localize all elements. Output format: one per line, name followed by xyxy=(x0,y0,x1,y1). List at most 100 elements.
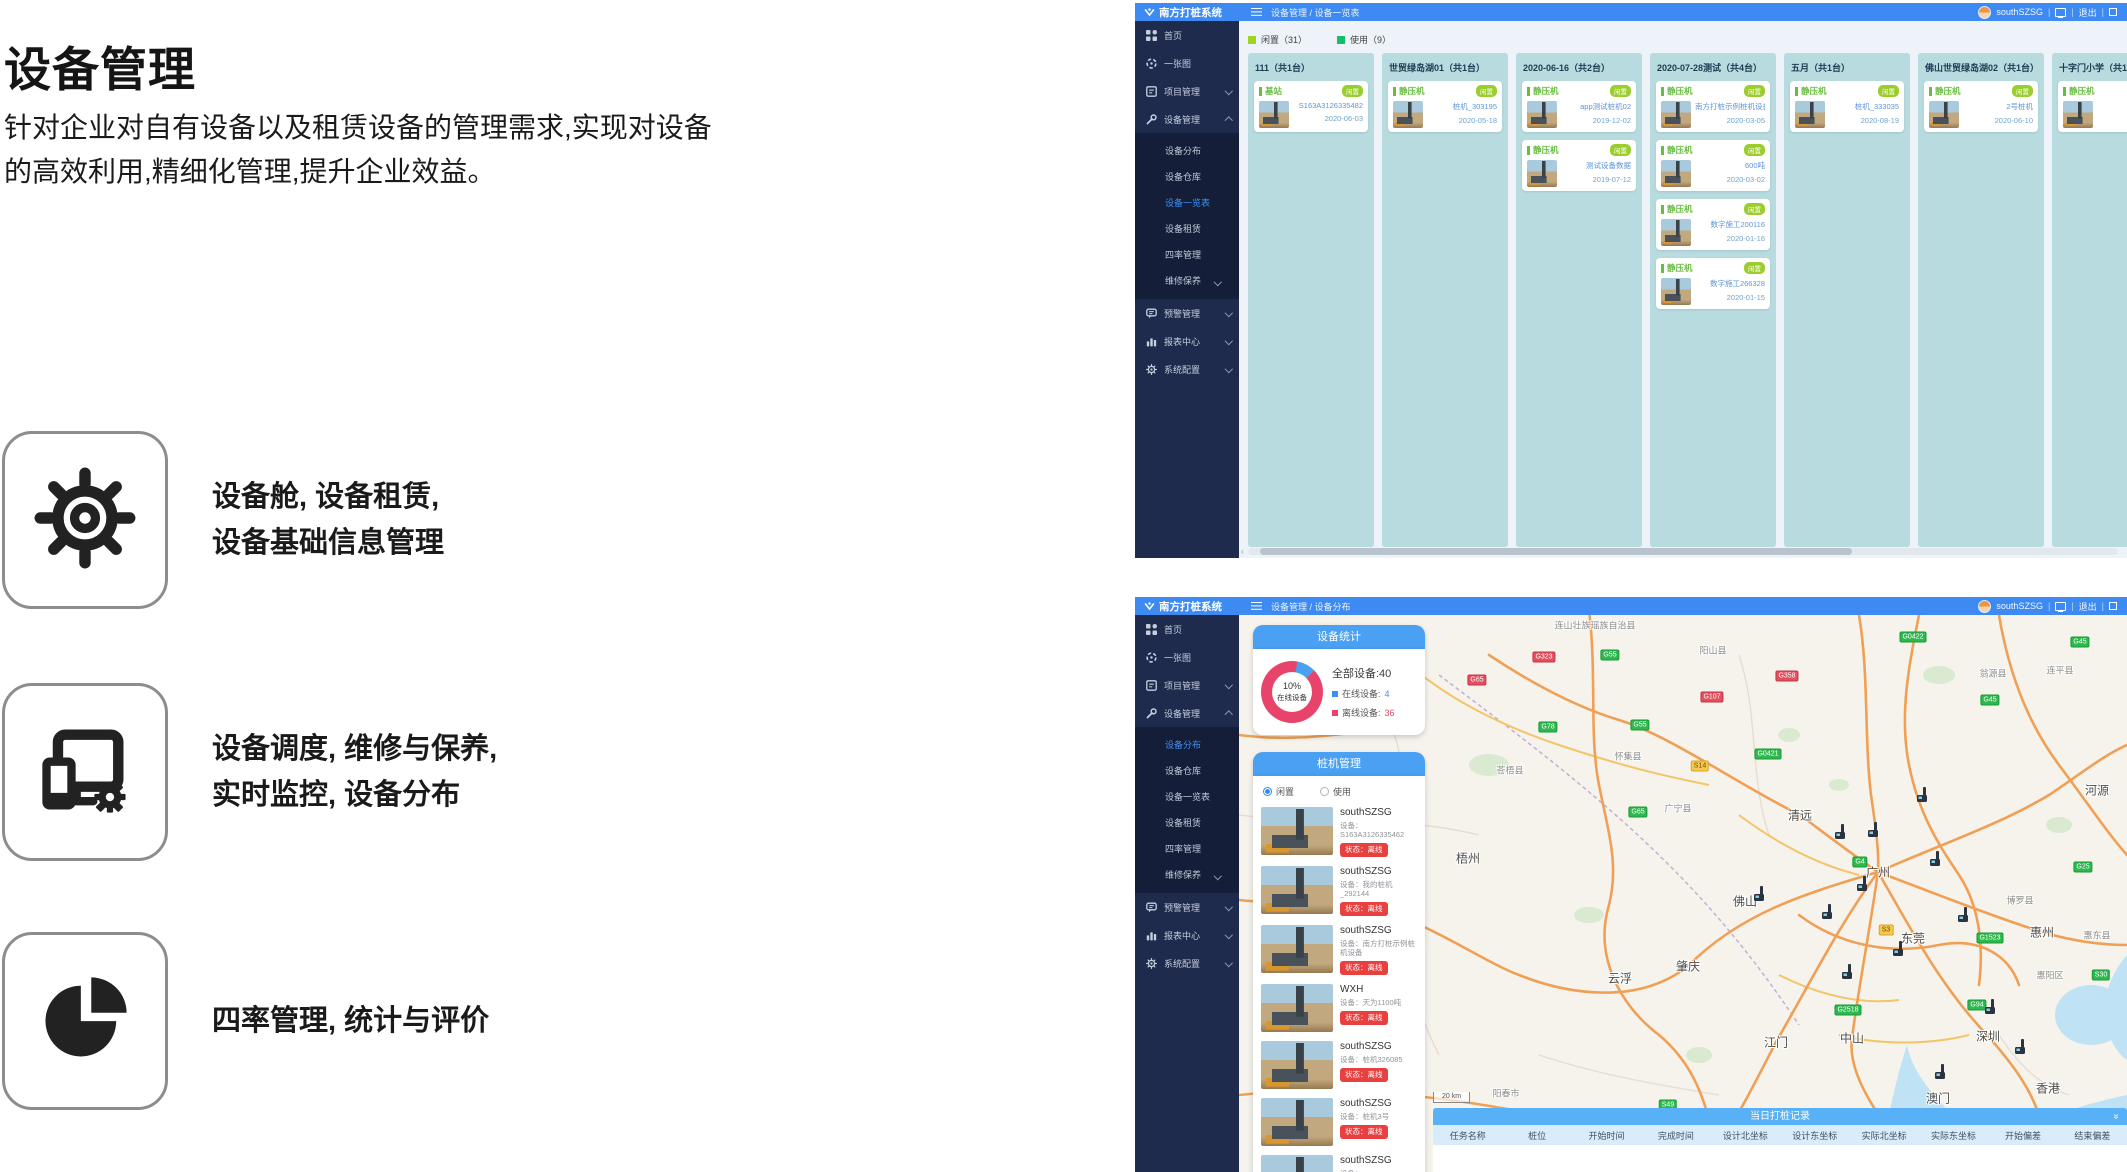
equipment-date: 2019-07-12 xyxy=(1561,175,1631,184)
feature-row: 设备舱, 设备租赁,设备基础信息管理 xyxy=(2,431,444,609)
hamburger-icon[interactable] xyxy=(1251,8,1262,10)
hamburger-icon[interactable] xyxy=(1251,602,1262,604)
pile-driver-marker[interactable] xyxy=(1929,851,1941,872)
submenu-item[interactable]: 设备一览表 xyxy=(1135,784,1239,810)
submenu-item[interactable]: 四率管理 xyxy=(1135,242,1239,268)
logout-button[interactable]: 退出 xyxy=(2079,6,2097,19)
equipment-card[interactable]: 静压机 闲置 xyxy=(2058,81,2127,132)
city-label: 肇庆 xyxy=(1676,958,1700,975)
equipment-card[interactable]: 静压机 闲置 2号桩机 2020-06-10 xyxy=(1924,81,2038,132)
pile-driver-marker[interactable] xyxy=(1957,907,1969,928)
sidebar-item[interactable]: 报表中心 xyxy=(1135,327,1239,355)
radio-icon[interactable] xyxy=(1320,787,1329,796)
submenu-item[interactable]: 设备仓库 xyxy=(1135,758,1239,784)
device-list-item[interactable]: southSZSG 设备：S163A3126335462 状态：离线 xyxy=(1261,807,1417,857)
scrollbar-thumb[interactable] xyxy=(1260,548,1852,555)
pile-driver-marker[interactable] xyxy=(1934,1064,1946,1085)
pile-driver-marker[interactable] xyxy=(1841,964,1853,985)
sidebar-item[interactable]: 项目管理 xyxy=(1135,77,1239,105)
app-brand[interactable]: 南方打桩系统 xyxy=(1135,5,1239,20)
submenu-item[interactable]: 设备分布 xyxy=(1135,732,1239,758)
city-label: 梧州 xyxy=(1456,850,1480,867)
device-list-item[interactable]: southSZSG 设备：我的桩机_292144 状态：离线 xyxy=(1261,866,1417,916)
submenu-item[interactable]: 设备租赁 xyxy=(1135,810,1239,836)
road-badge: G25 xyxy=(2073,862,2092,873)
sidebar-item[interactable]: 首页 xyxy=(1135,21,1239,49)
equipment-card[interactable]: 静压机 闲置 app测试桩机02 2019-12-02 xyxy=(1522,81,1636,132)
equipment-card[interactable]: 静压机 闲置 数字施工200116 2020-01-16 xyxy=(1656,199,1770,250)
submenu-item[interactable]: 设备分布 xyxy=(1135,138,1239,164)
pile-driver-marker[interactable] xyxy=(1892,941,1904,962)
app-header: 南方打桩系统 设备管理 / 设备分布 southSZSG | | 退出 | xyxy=(1135,597,2127,615)
horizontal-scrollbar[interactable]: ‹ xyxy=(1248,548,2118,555)
device-list-item[interactable]: southSZSG 设备：桩机326085 状态：离线 xyxy=(1261,1041,1417,1089)
pile-driver-marker[interactable] xyxy=(1753,886,1765,907)
equipment-card[interactable]: 静压机 闲置 600吨 2020-03-02 xyxy=(1656,140,1770,191)
legend-swatch xyxy=(1337,36,1345,44)
radio-option[interactable]: 使用 xyxy=(1320,785,1351,798)
logo-icon xyxy=(1144,601,1155,612)
map-icon xyxy=(1146,652,1157,663)
sidebar-item[interactable]: 预警管理 xyxy=(1135,893,1239,921)
sidebar-item[interactable]: 首页 xyxy=(1135,615,1239,643)
status-badge: 闲置 xyxy=(1744,144,1765,156)
equipment-card[interactable]: 基站 闲置 S163A3126335482 2020-06-03 xyxy=(1254,81,1368,132)
submenu-item[interactable]: 四率管理 xyxy=(1135,836,1239,862)
page-title: 设备管理 xyxy=(4,31,196,100)
road-badge: G358 xyxy=(1775,671,1798,682)
device-list-item[interactable]: southSZSG 设备：桩机3号 状态：离线 xyxy=(1261,1098,1417,1146)
pile-driver-marker[interactable] xyxy=(1867,822,1879,843)
pile-driver-marker[interactable] xyxy=(1916,787,1928,808)
submenu-item[interactable]: 维修保养 xyxy=(1135,268,1239,294)
app-brand[interactable]: 南方打桩系统 xyxy=(1135,599,1239,614)
sidebar-item[interactable]: 系统配置 xyxy=(1135,355,1239,383)
table-body-empty xyxy=(1433,1145,2127,1172)
pile-driver-marker[interactable] xyxy=(1856,876,1868,897)
submenu-item[interactable]: 设备仓库 xyxy=(1135,164,1239,190)
pile-driver-marker[interactable] xyxy=(2014,1039,2026,1060)
chevron-icon xyxy=(1214,871,1222,879)
submenu-item[interactable]: 维修保养 xyxy=(1135,862,1239,888)
pile-driver-marker[interactable] xyxy=(1834,824,1846,845)
equipment-card[interactable]: 静压机 闲置 测试设备数据 2019-07-12 xyxy=(1522,140,1636,191)
sidebar-item[interactable]: 报表中心 xyxy=(1135,921,1239,949)
equipment-photo xyxy=(1661,101,1691,128)
monitor-icon[interactable] xyxy=(2055,602,2066,611)
equipment-type: 静压机 xyxy=(1795,87,1827,96)
monitor-icon[interactable] xyxy=(2055,8,2066,17)
road-badge: G55 xyxy=(1630,720,1649,731)
avatar[interactable] xyxy=(1978,6,1991,19)
pile-driver-marker[interactable] xyxy=(1821,904,1833,925)
device-list-item[interactable]: WXH 设备：天为1100吨 状态：离线 xyxy=(1261,984,1417,1032)
sidebar-item[interactable]: 设备管理 xyxy=(1135,699,1239,727)
sidebar-item[interactable]: 一张图 xyxy=(1135,49,1239,77)
sidebar-item[interactable]: 设备管理 xyxy=(1135,105,1239,133)
submenu-item[interactable]: 设备一览表 xyxy=(1135,190,1239,216)
avatar[interactable] xyxy=(1978,600,1991,613)
device-status-badge: 状态：离线 xyxy=(1340,1125,1388,1139)
sidebar-item[interactable]: 一张图 xyxy=(1135,643,1239,671)
fullscreen-icon[interactable] xyxy=(2109,602,2117,610)
equipment-icon xyxy=(1146,708,1157,719)
submenu-item[interactable]: 设备租赁 xyxy=(1135,216,1239,242)
sidebar-item[interactable]: 项目管理 xyxy=(1135,671,1239,699)
collapse-icon[interactable]: « xyxy=(2108,1114,2125,1120)
radio-icon[interactable] xyxy=(1263,787,1272,796)
equipment-card[interactable]: 静压机 闲置 南方打桩示例桩机设备 2020-03-05 xyxy=(1656,81,1770,132)
equipment-card[interactable]: 静压机 闲置 桩机_333035 2020-08-19 xyxy=(1790,81,1904,132)
equipment-name: 桩机_303195 xyxy=(1427,101,1497,112)
feature-icon-box xyxy=(2,683,168,861)
sidebar-item[interactable]: 预警管理 xyxy=(1135,299,1239,327)
legend-swatch xyxy=(1248,36,1256,44)
logout-button[interactable]: 退出 xyxy=(2079,600,2097,613)
map-canvas[interactable]: 贺州清远河源梧州广州佛山东莞惠州肇庆云浮江门中山深圳香港澳门 钟山县连山壮族瑶族… xyxy=(1239,615,2127,1172)
fullscreen-icon[interactable] xyxy=(2109,8,2117,16)
project-icon xyxy=(1146,680,1157,691)
radio-option[interactable]: 闲置 xyxy=(1263,785,1294,798)
pile-driver-marker[interactable] xyxy=(1984,999,1996,1020)
equipment-card[interactable]: 静压机 闲置 桩机_303195 2020-05-18 xyxy=(1388,81,1502,132)
device-list-item[interactable]: southSZSG 设备： xyxy=(1261,1155,1417,1172)
sidebar-item[interactable]: 系统配置 xyxy=(1135,949,1239,977)
device-list-item[interactable]: southSZSG 设备：南方打桩示例桩机设备 状态：离线 xyxy=(1261,925,1417,975)
equipment-card[interactable]: 静压机 闲置 数字施工266328 2020-01-15 xyxy=(1656,258,1770,309)
